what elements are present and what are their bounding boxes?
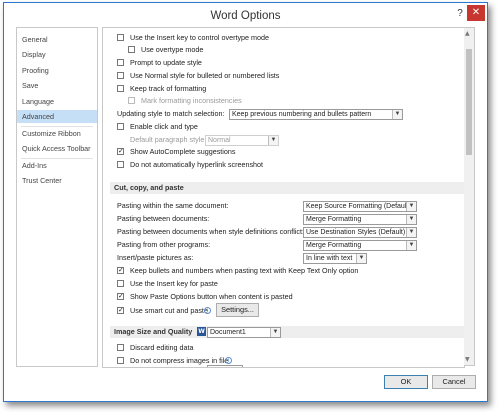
checkbox[interactable]: ✓ xyxy=(117,307,124,314)
close-button[interactable]: ✕ xyxy=(467,5,485,21)
info-icon: i xyxy=(204,307,211,314)
option-label: Do not automatically hyperlink screensho… xyxy=(130,160,264,169)
checkbox[interactable] xyxy=(117,85,124,92)
option-label: Use the Insert key for paste xyxy=(130,279,218,288)
checkbox[interactable]: ✓ xyxy=(117,293,124,300)
chevron-down-icon: ▼ xyxy=(268,136,278,145)
option-label: Mark formatting inconsistencies xyxy=(141,96,242,105)
checkbox[interactable] xyxy=(117,357,124,364)
default-paragraph-label: Default paragraph style: xyxy=(130,135,207,144)
sidebar-item-save[interactable]: Save xyxy=(17,79,97,92)
chevron-down-icon: ▼ xyxy=(406,202,416,211)
select-value: Merge Formatting xyxy=(306,242,362,249)
pasting-between-docs-label: Pasting between documents: xyxy=(117,214,210,223)
sidebar-item-display[interactable]: Display xyxy=(17,48,97,61)
scroll-up-icon[interactable]: ▲ xyxy=(465,30,470,37)
vertical-scrollbar[interactable]: ▲ ▼ xyxy=(464,27,475,366)
option-label: Use Normal style for bulleted or numbere… xyxy=(130,71,280,80)
select-value: Document1 xyxy=(210,329,246,336)
select-value: Merge Formatting xyxy=(306,216,362,223)
chevron-down-icon: ▼ xyxy=(406,228,416,237)
sidebar-item-customize-ribbon[interactable]: Customize Ribbon xyxy=(17,127,97,140)
cancel-button[interactable]: Cancel xyxy=(432,375,476,389)
select-value: Keep Source Formatting (Default) xyxy=(306,203,411,210)
advanced-options-panel: Use the Insert key to control overtype m… xyxy=(102,27,465,368)
updating-style-label: Updating style to match selection: xyxy=(117,109,225,118)
checkbox[interactable]: ✓ xyxy=(117,267,124,274)
options-sidebar: General Display Proofing Save Language A… xyxy=(16,27,98,367)
checkbox[interactable] xyxy=(117,344,124,351)
updating-style-select[interactable]: Keep previous numbering and bullets patt… xyxy=(229,109,403,120)
chevron-down-icon: ▼ xyxy=(406,241,416,250)
option-label: Enable click and type xyxy=(130,122,198,131)
checkbox[interactable] xyxy=(117,280,124,287)
pasting-between-docs-select[interactable]: Merge Formatting ▼ xyxy=(303,214,417,225)
pasting-other-programs-select[interactable]: Merge Formatting ▼ xyxy=(303,240,417,251)
section-heading-image-size-quality: Image Size and Quality xyxy=(110,326,464,338)
title-bar: Word Options ? ✕ xyxy=(4,3,487,29)
pasting-style-conflict-select[interactable]: Use Destination Styles (Default) ▼ xyxy=(303,227,417,238)
checkbox[interactable] xyxy=(117,161,124,168)
option-label: Show Paste Options button when content i… xyxy=(130,292,293,301)
pasting-style-conflict-label: Pasting between documents when style def… xyxy=(117,227,304,236)
sidebar-item-general[interactable]: General xyxy=(17,33,97,46)
option-label: Use smart cut and paste xyxy=(130,306,208,315)
section-heading-text: Image Size and Quality xyxy=(114,327,193,336)
chevron-down-icon: ▼ xyxy=(356,254,366,263)
select-value: Normal xyxy=(208,137,231,144)
insert-pictures-label: Insert/paste pictures as: xyxy=(117,253,194,262)
settings-button[interactable]: Settings... xyxy=(216,303,259,317)
chevron-down-icon: ▼ xyxy=(392,110,402,119)
help-button[interactable]: ? xyxy=(453,8,467,22)
select-value: Use Destination Styles (Default) xyxy=(306,229,406,236)
checkbox[interactable] xyxy=(117,59,124,66)
option-label: Keep bullets and numbers when pasting te… xyxy=(130,266,359,275)
pasting-same-doc-select[interactable]: Keep Source Formatting (Default) ▼ xyxy=(303,201,417,212)
scrollbar-thumb[interactable] xyxy=(466,49,472,155)
sidebar-item-proofing[interactable]: Proofing xyxy=(17,64,97,77)
option-label: Show AutoComplete suggestions xyxy=(130,147,236,156)
sidebar-item-add-ins[interactable]: Add-Ins xyxy=(17,159,97,172)
sidebar-item-trust-center[interactable]: Trust Center xyxy=(17,174,97,187)
checkbox xyxy=(128,97,135,104)
chevron-down-icon: ▼ xyxy=(406,215,416,224)
scroll-down-icon[interactable]: ▼ xyxy=(465,356,470,363)
pasting-other-programs-label: Pasting from other programs: xyxy=(117,240,211,249)
pasting-same-doc-label: Pasting within the same document: xyxy=(117,201,229,210)
info-icon: i xyxy=(225,357,232,364)
checkbox[interactable] xyxy=(117,34,124,41)
option-label: Discard editing data xyxy=(130,343,194,352)
sidebar-item-quick-access-toolbar[interactable]: Quick Access Toolbar xyxy=(17,142,97,155)
default-paragraph-select: Normal ▼ xyxy=(205,135,279,146)
section-heading-cut-copy-paste: Cut, copy, and paste xyxy=(110,182,464,194)
chevron-down-icon: ▼ xyxy=(270,328,280,337)
option-label: Use overtype mode xyxy=(141,45,204,54)
insert-pictures-select[interactable]: In line with text ▼ xyxy=(303,253,367,264)
image-document-select[interactable]: Document1 ▼ xyxy=(207,327,281,338)
checkbox[interactable] xyxy=(117,72,124,79)
dialog-title: Word Options xyxy=(210,10,281,22)
option-label: Use the Insert key to control overtype m… xyxy=(130,33,270,42)
option-label: Keep track of formatting xyxy=(130,84,207,93)
option-label: Prompt to update style xyxy=(130,58,202,67)
word-document-icon: W xyxy=(197,327,206,336)
select-value: Keep previous numbering and bullets patt… xyxy=(232,111,372,118)
ok-button[interactable]: OK xyxy=(384,375,428,389)
select-value: In line with text xyxy=(306,255,353,262)
sidebar-item-advanced[interactable]: Advanced xyxy=(17,110,97,123)
default-resolution-select[interactable]: 220 xyxy=(207,365,243,367)
select-value: 220 xyxy=(210,366,223,367)
checkbox[interactable]: ✓ xyxy=(117,148,124,155)
checkbox[interactable] xyxy=(128,46,135,53)
sidebar-item-language[interactable]: Language xyxy=(17,95,97,108)
checkbox[interactable] xyxy=(117,123,124,130)
